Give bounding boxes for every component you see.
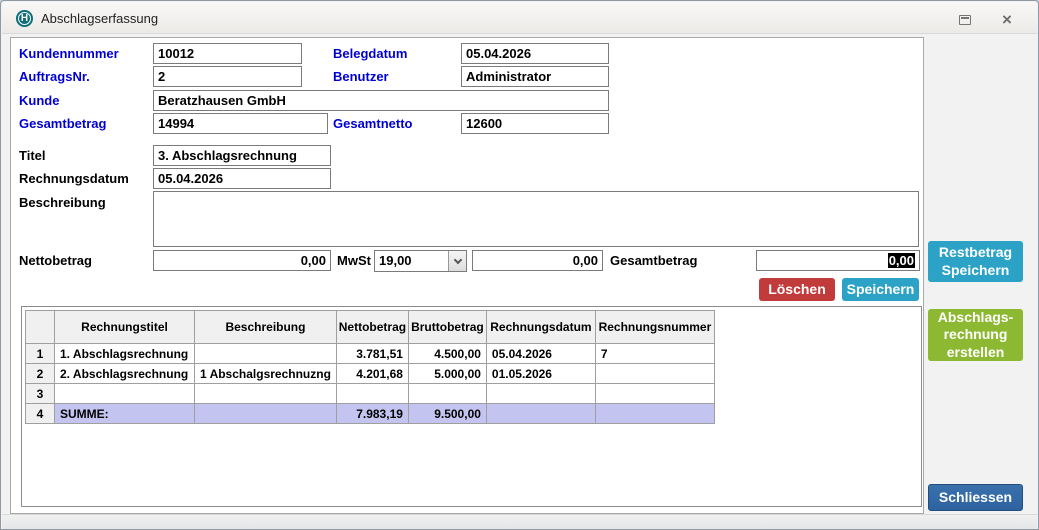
benutzer-input[interactable]: [461, 66, 609, 87]
invoice-table: Rechnungstitel Beschreibung Nettobetrag …: [25, 310, 715, 424]
table-row: 1 1. Abschlagsrechnung 3.781,51 4.500,00…: [25, 343, 715, 364]
table-header-row: Rechnungstitel Beschreibung Nettobetrag …: [25, 310, 715, 344]
chevron-down-icon[interactable]: [448, 251, 466, 271]
col-rechnungstitel: Rechnungstitel: [54, 310, 195, 344]
kunde-input[interactable]: [153, 90, 609, 111]
close-button[interactable]: ×: [995, 11, 1019, 28]
col-rechnungsnummer: Rechnungsnummer: [594, 310, 715, 344]
abschlagsrechnung-erstellen-button[interactable]: Abschlags- rechnung erstellen: [928, 309, 1023, 361]
loeschen-button[interactable]: Löschen: [759, 278, 835, 301]
mwst-label: MwSt: [337, 253, 371, 268]
col-beschreibung: Beschreibung: [194, 310, 337, 344]
gesamtbetrag-summe-label: Gesamtbetrag: [610, 253, 698, 268]
close-icon: ×: [1002, 10, 1012, 29]
kundennummer-label: Kundennummer: [19, 46, 119, 61]
mwst-betrag-input[interactable]: [472, 250, 603, 271]
gesamtbetrag-input[interactable]: [153, 113, 328, 134]
col-rownum: [25, 310, 55, 344]
mwst-select[interactable]: 19,00: [374, 250, 467, 272]
belegdatum-input[interactable]: [461, 43, 609, 64]
mwst-selected-value: 19,00: [379, 253, 412, 268]
gesamtbetrag-summe-input[interactable]: 0,00: [756, 250, 920, 271]
beschreibung-label: Beschreibung: [19, 195, 106, 210]
schliessen-button[interactable]: Schliessen: [928, 484, 1023, 511]
col-bruttobetrag: Bruttobetrag: [407, 310, 487, 344]
auftragsnr-label: AuftragsNr.: [19, 69, 90, 84]
table-row-summe: 4 SUMME: 7.983,19 9.500,00: [25, 403, 715, 424]
titel-input[interactable]: [153, 145, 331, 166]
titel-label: Titel: [19, 148, 46, 163]
title-bar[interactable]: H Abschlagserfassung ×: [2, 2, 1037, 34]
app-window: H Abschlagserfassung × Kundennummer Bele…: [0, 0, 1039, 530]
table-row: 2 2. Abschlagsrechnung 1 Abschalgsrechnu…: [25, 363, 715, 384]
selected-value: 0,00: [887, 253, 915, 268]
benutzer-label: Benutzer: [333, 69, 389, 84]
nettobetrag-input[interactable]: [153, 250, 331, 271]
restbetrag-speichern-button[interactable]: Restbetrag Speichern: [928, 241, 1023, 282]
nettobetrag-label: Nettobetrag: [19, 253, 92, 268]
rechnungsdatum-input[interactable]: [153, 168, 331, 189]
invoice-table-panel: Rechnungstitel Beschreibung Nettobetrag …: [21, 306, 922, 507]
app-icon: H: [16, 10, 33, 27]
belegdatum-label: Belegdatum: [333, 46, 408, 61]
col-nettobetrag: Nettobetrag: [335, 310, 409, 344]
col-rechnungsdatum: Rechnungsdatum: [485, 310, 596, 344]
restore-button[interactable]: [953, 11, 977, 28]
kundennummer-input[interactable]: [153, 43, 302, 64]
window-title: Abschlagserfassung: [41, 11, 159, 26]
speichern-button[interactable]: Speichern: [842, 278, 919, 301]
beschreibung-textarea[interactable]: [153, 191, 919, 247]
gesamtnetto-label: Gesamtnetto: [333, 116, 413, 131]
table-row: 3: [25, 383, 715, 404]
kunde-label: Kunde: [19, 93, 60, 108]
gesamtnetto-input[interactable]: [461, 113, 609, 134]
rechnungsdatum-label: Rechnungsdatum: [19, 171, 129, 186]
gesamtbetrag-label: Gesamtbetrag: [19, 116, 107, 131]
restore-icon: [959, 14, 971, 25]
auftragsnr-input[interactable]: [153, 66, 302, 87]
window-bottom-strip: [2, 514, 1037, 529]
